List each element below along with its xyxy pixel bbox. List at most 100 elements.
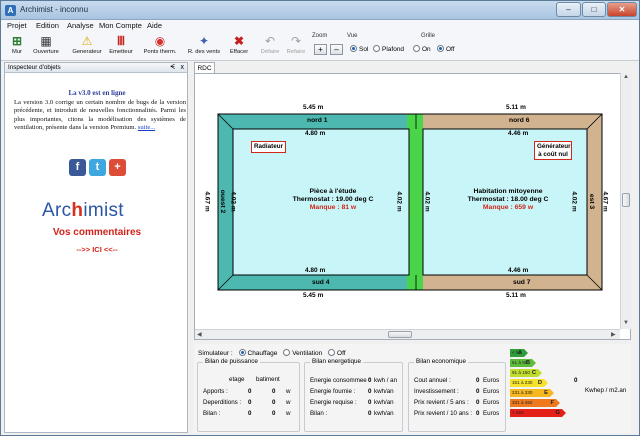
energy-bar-d: 151 à 230 D [510,379,548,387]
radio-dot-selected [350,45,357,52]
energy-bar-e-letter: E [544,390,548,396]
sim-ventilation-radio[interactable]: Ventilation [283,349,322,357]
row-bilan-batiment: 0 [272,410,276,417]
scroll-right-icon[interactable]: ▶ [611,331,616,338]
menu-edition[interactable]: Edition [36,21,59,30]
room1-wall-south: sud 4 [312,279,330,286]
twitter-icon[interactable]: t [89,159,106,176]
energy-bar-a-letter: A [517,350,522,356]
plan-canvas[interactable]: 5.45 m nord 1 4.80 m 4.80 m sud 4 5.45 m… [194,73,631,340]
row-deperditions-unit: w [286,399,291,406]
prix-5ans-label: Prix revient / 5 ans : [414,399,469,406]
horizontal-scroll-thumb[interactable] [388,331,412,338]
tool-defaire-label: Défaire [260,49,280,55]
room1-dim-left-inner: 4.02 m [229,191,237,212]
tool-rose-vents-button[interactable]: ✦ R. des vents [185,34,223,60]
cout-annuel-value: 0 [476,377,480,384]
toolbar: ⊞ Mur ▦ Ouverture ⚠ Generateur Ⅲ Emetteu… [1,32,639,61]
news-title: La v3.0 est en ligne [68,89,126,97]
tool-refaire-button[interactable]: ↷ Refaire [284,34,308,60]
pin-icon[interactable]: ᗕ [170,63,175,72]
energy-bar-e-range: 231 à 330 [512,390,533,395]
investissement-unit: Euros [483,388,500,395]
menu-mon-compte[interactable]: Mon Compte [99,21,142,30]
close-panel-icon[interactable]: x [181,63,185,72]
tool-mur-button[interactable]: ⊞ Mur [5,34,29,60]
tool-ponts-therm-button[interactable]: ◉ Ponts therm. [142,34,178,60]
room1-name: Pièce à l'étude [309,188,357,195]
grille-on-radio[interactable]: On [413,45,431,53]
energy-unit: Kwhep / m2.an [585,387,627,394]
window-title: Archimist - inconnu [20,5,89,14]
generateur-tag[interactable]: Générateur à coût nul [534,141,572,160]
room1-dim-inner-top: 4.80 m [305,130,326,137]
room1-manque: Manque : 81 w [309,204,357,211]
minimize-button[interactable]: – [556,2,581,17]
google-plus-icon[interactable]: + [109,159,126,176]
room2-wall-east: est 3 [588,193,596,210]
vue-plafond-radio[interactable]: Plafond [373,45,404,53]
simulation-panel: Simulateur : Chauffage Ventilation Off B… [194,344,631,433]
inspector-header: Inspecteur d'objets ᗕ x [5,63,187,73]
zoom-in-button[interactable]: + [314,44,327,55]
room1-dim-right-inner: 4.02 m [395,191,403,212]
tool-defaire-button[interactable]: ↶ Défaire [257,34,283,60]
scroll-down-icon[interactable]: ▼ [623,320,629,326]
prix-5ans-value: 0 [476,399,480,406]
radio-dot [283,349,291,356]
room1-dim-left-outer: 4.67 m [203,191,211,212]
logo-text-mid: h [71,200,84,221]
logo-text-left: Arc [42,200,72,221]
inspector-title: Inspecteur d'objets [8,64,61,71]
menu-aide[interactable]: Aide [147,21,162,30]
grille-off-radio[interactable]: Off [437,45,455,53]
row-deperditions-etage: 0 [248,399,252,406]
radiator-icon: Ⅲ [116,34,126,48]
room1-info: Pièce à l'étude Thermostat : 19.00 deg C… [283,188,383,212]
tool-generateur-button[interactable]: ⚠ Generateur [70,34,104,60]
tool-effacer-button[interactable]: ✖ Effacer [227,34,251,60]
window-icon: ▦ [40,34,52,48]
menu-projet[interactable]: Projet [7,21,27,30]
energie-fournie-unit: kwh/an [374,388,394,395]
tool-ponts-therm-label: Ponts therm. [143,49,177,55]
sim-off-radio[interactable]: Off [328,349,346,357]
sim-ventilation-label: Ventilation [292,350,323,357]
tool-ouverture-button[interactable]: ▦ Ouverture [30,34,62,60]
prix-10ans-value: 0 [476,410,480,417]
row-apports-batiment: 0 [272,388,276,395]
compass-star-icon: ✦ [198,34,210,48]
radio-dot [373,45,380,52]
radio-dot [413,45,420,52]
energy-bar-f-range: 331 à 450 [512,400,533,405]
scroll-left-icon[interactable]: ◀ [197,331,202,338]
row-apports-label: Apports : [203,388,228,395]
scroll-up-icon[interactable]: ▲ [623,74,629,80]
close-button[interactable]: ✕ [607,2,637,17]
energy-bar-g: > 450 G [510,409,566,417]
vue-sol-label: Sol [359,46,369,53]
menu-analyse[interactable]: Analyse [67,21,94,30]
title-bar: A Archimist - inconnu – □ ✕ [1,1,639,20]
row-bilan-etage: 0 [248,410,252,417]
sim-chauffage-radio[interactable]: Chauffage [238,349,277,357]
comments-link[interactable]: -->> ICI <<-- [5,245,189,254]
room1-thermostat: Thermostat : 19.00 deg C [292,196,374,203]
vertical-scroll-thumb[interactable] [622,193,630,207]
row-bilan-unit: w [286,410,291,417]
energie-consommee-value: 0 [368,377,372,384]
energy-bar-g-range: > 450 [512,410,524,415]
radiateur-tag[interactable]: Radiateur [251,141,287,153]
vue-sol-radio[interactable]: Sol [350,45,368,53]
zoom-out-button[interactable]: – [330,44,343,55]
vertical-scrollbar[interactable]: ▲ ▼ [620,73,631,329]
room2-dim-top: 5.11 m [506,104,526,111]
room2-manque: Manque : 659 w [482,204,534,211]
maximize-button[interactable]: □ [582,2,606,17]
tool-emetteur-button[interactable]: Ⅲ Emetteur [107,34,135,60]
facebook-icon[interactable]: f [69,159,86,176]
comments-title: Vos commentaires [52,227,142,238]
news-suite-link[interactable]: suite... [138,124,155,131]
energie-requise-value: 0 [368,399,372,406]
horizontal-scrollbar[interactable]: ◀ ▶ [195,329,620,339]
